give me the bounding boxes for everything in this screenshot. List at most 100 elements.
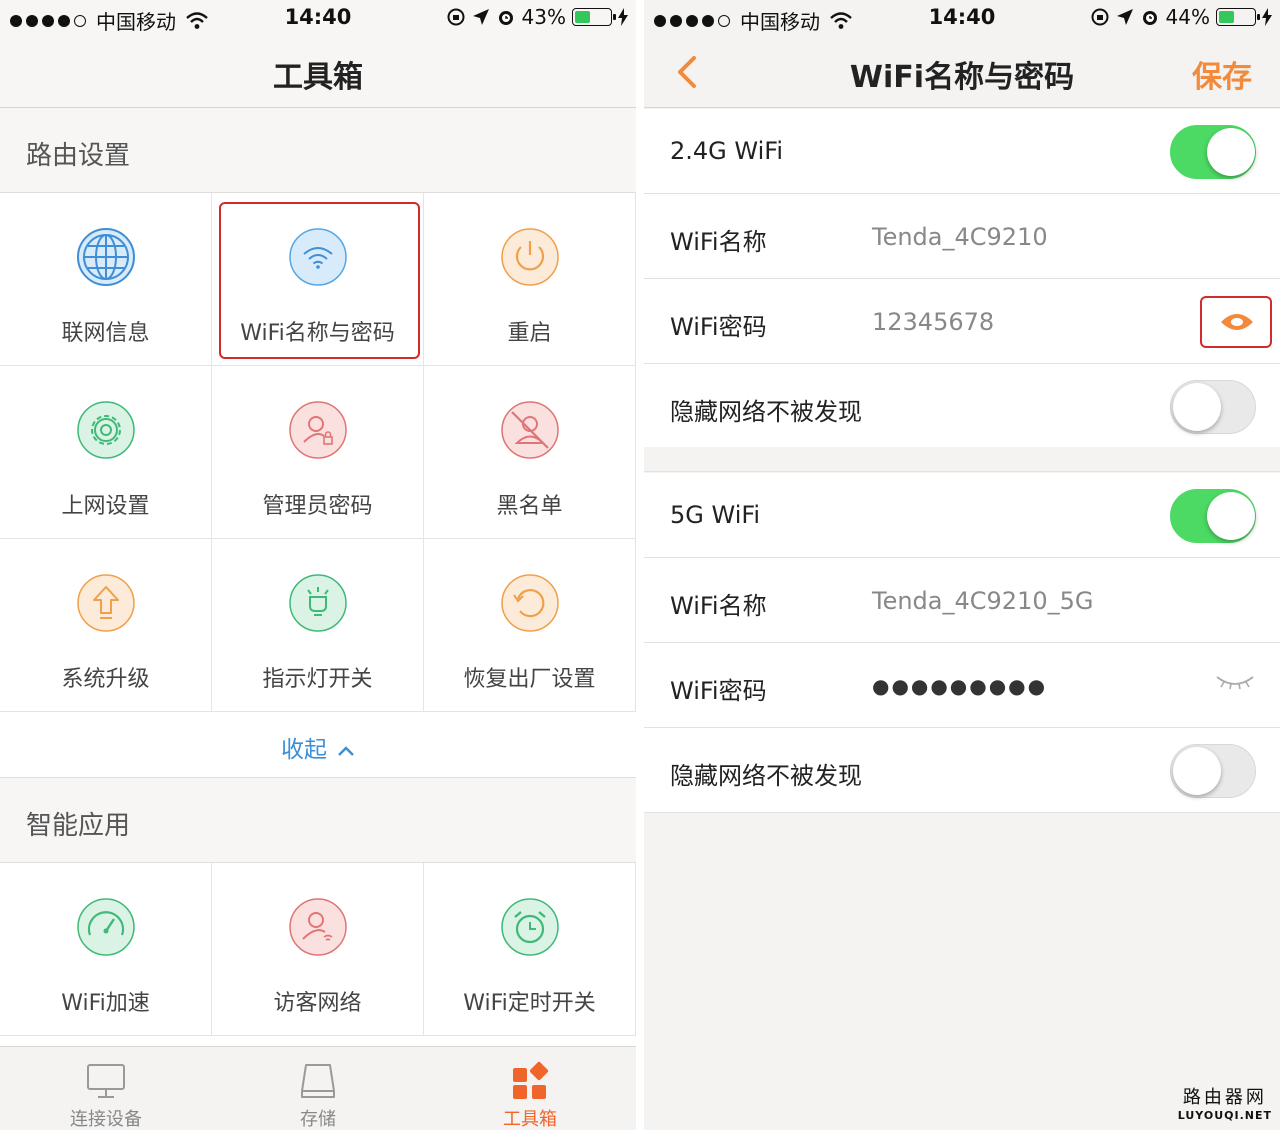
alarm-status-icon [498,11,513,25]
wifi-name-row-5g[interactable]: WiFi名称 Tenda_4C9210_5G [644,558,1280,643]
app-guest-network[interactable]: 访客网络 [212,863,424,1036]
tool-wifi-name-password[interactable]: WiFi名称与密码 [212,193,424,366]
field-label: 隐藏网络不被发现 [670,762,862,790]
band-24g-toggle[interactable] [1170,125,1256,179]
band-5g-toggle[interactable] [1170,489,1256,543]
tool-label: 管理员密码 [262,494,373,519]
field-label: WiFi密码 [670,313,767,341]
app-wifi-boost[interactable]: WiFi加速 [0,863,212,1036]
power-icon [501,228,559,286]
field-label: WiFi密码 [670,677,767,705]
chevron-up-icon [338,746,354,756]
status-bar: 中国移动 14:40 43% [0,0,636,36]
rotation-lock-icon [1091,8,1109,26]
wifi-icon [289,228,347,286]
tab-label: 连接设备 [70,1109,142,1130]
nav-bar: WiFi名称与密码 保存 [644,36,1280,108]
tab-connected-devices[interactable]: 连接设备 [0,1047,212,1130]
hide-network-row-5g: 隐藏网络不被发现 [644,728,1280,813]
band-label: 5G WiFi [670,501,761,529]
tool-label: 上网设置 [61,494,150,519]
battery-icon [1216,8,1260,26]
battery-percent: 43% [521,5,566,29]
location-icon [472,9,489,25]
status-bar: 中国移动 14:40 44% [644,0,1280,36]
status-right: 43% [446,5,628,29]
watermark-line1: 路由器网 [1182,1087,1267,1108]
collapse-button[interactable]: 收起 [0,712,636,778]
tab-label: 工具箱 [503,1109,557,1130]
tool-label: 黑名单 [496,494,563,519]
tool-reboot[interactable]: 重启 [424,193,636,366]
reset-icon [501,574,559,632]
wifi-name-value[interactable]: Tenda_4C9210_5G [872,587,1093,615]
hide-network-toggle-24g[interactable] [1170,380,1256,434]
save-button[interactable]: 保存 [1192,52,1252,96]
admin-lock-icon [289,401,347,459]
nav-bar: 工具箱 [0,36,636,108]
tool-label: 系统升级 [61,667,150,692]
blacklist-icon [501,401,559,459]
watermark-line2: LUYOUQI.NET [1177,1109,1272,1122]
tab-toolbox[interactable]: 工具箱 [424,1047,636,1130]
alarm-clock-icon [501,898,559,956]
tool-system-upgrade[interactable]: 系统升级 [0,539,212,712]
tool-label: WiFi加速 [61,991,150,1016]
tool-label: 重启 [507,321,552,346]
monitor-icon [87,1064,125,1098]
tab-storage[interactable]: 存储 [212,1047,424,1130]
toolbox-icon [513,1061,549,1099]
field-label: WiFi名称 [670,592,767,620]
rotation-lock-icon [447,8,465,26]
tool-label: WiFi定时开关 [463,991,596,1016]
wifi-password-value[interactable]: ●●●●●●●●● [872,674,1047,698]
tool-label: WiFi名称与密码 [240,321,395,346]
eye-open-icon [1221,314,1253,330]
section-router-settings: 路由设置 [0,109,636,193]
tool-network-info[interactable]: 联网信息 [0,193,212,366]
section-smart-apps: 智能应用 [0,779,636,863]
guest-icon [289,898,347,956]
indicator-light-icon [289,574,347,632]
globe-icon [77,228,135,286]
tool-admin-password[interactable]: 管理员密码 [212,366,424,539]
tab-bar: 连接设备 存储 工具箱 [0,1046,636,1130]
wifi-name-value[interactable]: Tenda_4C9210 [872,223,1048,251]
tool-label: 访客网络 [273,991,362,1016]
wifi-name-row-24g[interactable]: WiFi名称 Tenda_4C9210 [644,194,1280,279]
battery-icon [572,8,616,26]
battery-percent: 44% [1165,5,1210,29]
tool-factory-reset[interactable]: 恢复出厂设置 [424,539,636,712]
speedometer-icon [77,898,135,956]
status-right: 44% [1090,5,1272,29]
watermark: 路由器网 LUYOUQI.NET [1178,1083,1272,1122]
tool-blacklist[interactable]: 黑名单 [424,366,636,539]
wifi-settings-screen: 中国移动 14:40 44% WiFi名称与密码 保存 2.4G WiFi Wi… [644,0,1280,1130]
section-spacer [644,447,1280,472]
page-title: WiFi名称与密码 [849,60,1075,95]
section-title: 智能应用 [26,811,131,841]
tool-label: 联网信息 [61,321,150,346]
field-label: 隐藏网络不被发现 [670,398,862,426]
screen-divider [636,0,644,1130]
tab-label: 存储 [300,1109,336,1130]
section-title: 路由设置 [26,141,131,171]
router-tools-grid: 联网信息 WiFi名称与密码 重启 上网设置 管理员密码 黑名单 系统升级 指示… [0,193,636,712]
eye-closed-icon[interactable] [1214,673,1256,691]
band-label: 2.4G WiFi [670,137,783,165]
tool-internet-settings[interactable]: 上网设置 [0,366,212,539]
hide-network-row-24g: 隐藏网络不被发现 [644,364,1280,449]
page-title: 工具箱 [273,60,363,95]
hide-network-toggle-5g[interactable] [1170,744,1256,798]
band-24g-row: 2.4G WiFi [644,109,1280,194]
wifi-password-row-24g[interactable]: WiFi密码 12345678 [644,279,1280,364]
upgrade-arrow-icon [77,574,135,632]
wifi-password-value[interactable]: 12345678 [872,308,994,336]
show-password-button[interactable] [1200,296,1272,348]
toolbox-screen: 中国移动 14:40 43% 工具箱 路由设置 联网信息 WiFi名称与密码 重 [0,0,636,1130]
app-wifi-schedule[interactable]: WiFi定时开关 [424,863,636,1036]
tool-indicator-light[interactable]: 指示灯开关 [212,539,424,712]
storage-icon [301,1064,335,1098]
wifi-password-row-5g[interactable]: WiFi密码 ●●●●●●●●● [644,643,1280,728]
band-5g-row: 5G WiFi [644,473,1280,558]
